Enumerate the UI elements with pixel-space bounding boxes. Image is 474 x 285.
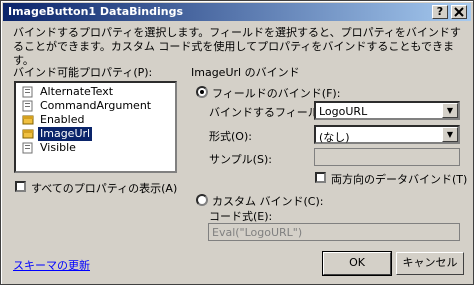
- bind-field-label: バインドするフィールド: [209, 106, 330, 119]
- custom-binding-radio[interactable]: [196, 194, 208, 206]
- list-item-label: Enabled: [40, 113, 85, 126]
- bound-property-icon: [22, 115, 34, 125]
- ok-button[interactable]: OK: [322, 251, 392, 276]
- format-value: (なし): [319, 131, 350, 144]
- format-label: 形式(O):: [209, 130, 252, 143]
- close-button[interactable]: [451, 5, 467, 19]
- help-button[interactable]: ?: [432, 5, 448, 19]
- field-binding-radio[interactable]: [196, 86, 208, 98]
- sample-field: [314, 148, 460, 166]
- code-expression-value: Eval("LogoURL"): [212, 226, 303, 239]
- description-text: バインドするプロパティを選択します。フィールドを選択すると、プロパティをバインド…: [13, 26, 461, 67]
- chevron-down-icon[interactable]: ▼: [442, 103, 458, 118]
- property-icon: [22, 100, 33, 112]
- field-binding-label: フィールドのバインド(F):: [212, 87, 341, 100]
- show-all-properties-checkbox[interactable]: [15, 181, 26, 192]
- title-bar: ImageButton1 DataBindings ?: [3, 3, 471, 21]
- format-dropdown[interactable]: (なし) ▼: [314, 125, 460, 144]
- two-way-binding-label: 両方向のデータバインド(T): [331, 173, 468, 186]
- chevron-down-icon[interactable]: ▼: [442, 127, 458, 142]
- code-expression-label: コード式(E):: [209, 210, 273, 223]
- databindings-dialog: ImageButton1 DataBindings ? バインドするプロパティを…: [0, 0, 474, 285]
- list-item-label: Visible: [40, 141, 76, 154]
- custom-binding-label: カスタム バインド(C):: [212, 195, 324, 208]
- list-item-label: CommandArgument: [40, 99, 152, 112]
- property-icon: [22, 142, 33, 154]
- refresh-schema-link[interactable]: スキーマの更新: [13, 257, 90, 273]
- sample-label: サンプル(S):: [209, 153, 272, 166]
- binding-group-label: ImageUrl のバインド: [191, 66, 300, 79]
- dialog-title: ImageButton1 DataBindings: [8, 5, 184, 18]
- list-item-label: AlternateText: [40, 85, 114, 98]
- cancel-button[interactable]: キャンセル: [396, 252, 464, 275]
- code-expression-field[interactable]: Eval("LogoURL"): [208, 223, 460, 241]
- bound-property-icon: [22, 129, 34, 139]
- bind-field-value: LogoURL: [319, 105, 368, 118]
- list-item-label: ImageUrl: [36, 126, 94, 142]
- two-way-binding-checkbox[interactable]: [315, 172, 326, 183]
- close-icon: [454, 7, 464, 17]
- show-all-properties-label: すべてのプロパティの表示(A): [31, 182, 178, 195]
- bindable-properties-label: バインド可能プロパティ(P):: [13, 66, 153, 79]
- bindable-properties-list[interactable]: AlternateText CommandArgument Enabled Im…: [14, 81, 177, 173]
- bind-field-dropdown[interactable]: LogoURL ▼: [314, 101, 460, 120]
- property-icon: [22, 86, 33, 98]
